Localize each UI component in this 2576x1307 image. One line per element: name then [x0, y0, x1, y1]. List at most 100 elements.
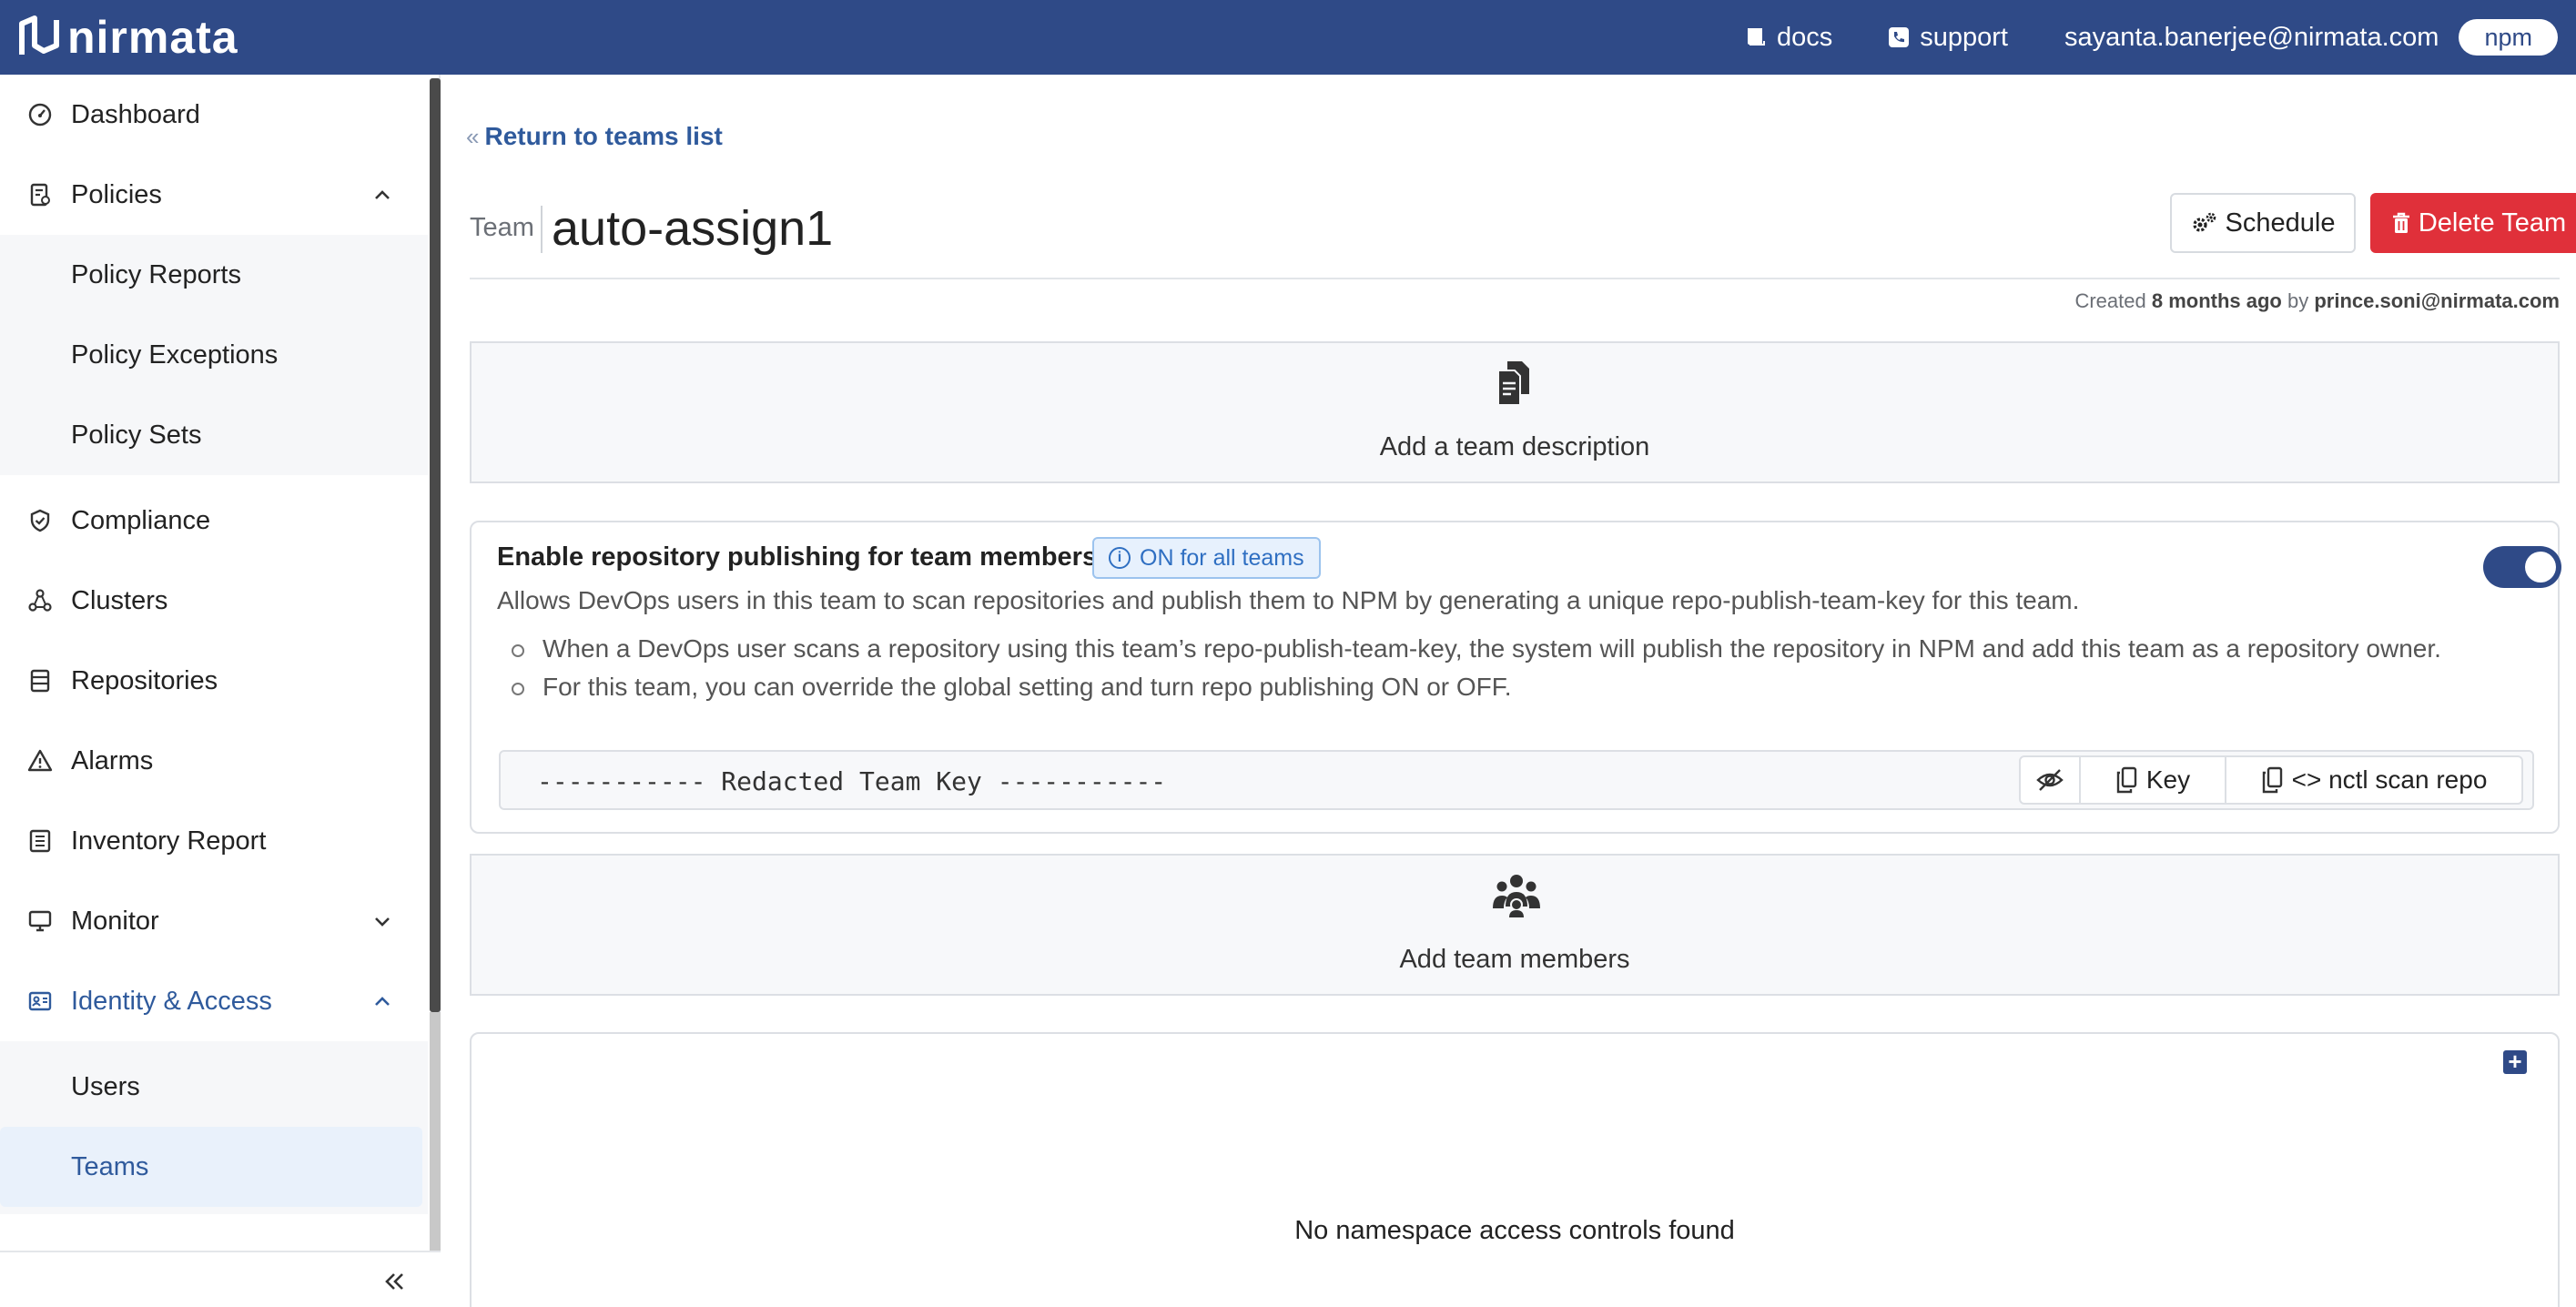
sidebar-item-identity-access[interactable]: Identity & Access	[0, 961, 428, 1041]
list-icon	[25, 826, 55, 856]
divider	[470, 278, 2560, 279]
sidebar-item-alarms[interactable]: Alarms	[0, 721, 428, 801]
main-content: « Return to teams list Team auto-assign1…	[442, 75, 2576, 1307]
team-key-row: ----------- Redacted Team Key ----------…	[499, 750, 2534, 810]
page-title: auto-assign1	[552, 201, 834, 256]
status-badge-label: ON for all teams	[1140, 544, 1304, 571]
add-team-members-panel[interactable]: Add team members	[470, 854, 2560, 996]
double-chevron-left-icon: «	[466, 122, 480, 150]
policies-submenu: Policy Reports Policy Exceptions Policy …	[0, 235, 428, 475]
repo-publishing-bullets: When a DevOps user scans a repository us…	[512, 630, 2441, 706]
info-icon: i	[1109, 547, 1131, 569]
copy-icon	[2116, 766, 2137, 794]
sidebar-item-teams[interactable]: Teams	[0, 1127, 422, 1207]
sidebar-item-label: Alarms	[71, 745, 154, 775]
nirmata-logo[interactable]: nirmata	[16, 11, 238, 64]
sidebar: Dashboard Policies Policy Reports Policy…	[0, 75, 441, 1307]
sidebar-item-label: Identity & Access	[71, 986, 272, 1016]
support-link[interactable]: support	[1887, 23, 2008, 53]
trash-icon	[2392, 212, 2409, 233]
namespace-access-card: + No namespace access controls found	[470, 1032, 2560, 1307]
created-by-word: by	[2287, 289, 2309, 312]
support-label: support	[1920, 22, 2008, 52]
documents-icon	[1497, 361, 1529, 406]
sidebar-item-policies[interactable]: Policies	[0, 155, 428, 235]
gears-icon	[2192, 212, 2216, 232]
empty-state-message: No namespace access controls found	[1294, 1216, 1735, 1245]
users-group-icon	[1493, 875, 1540, 917]
chevron-down-icon[interactable]	[370, 908, 395, 934]
phone-icon	[1889, 27, 1910, 47]
team-header: Team auto-assign1 Schedule Delete Team	[470, 193, 2576, 266]
status-badge: i ON for all teams	[1092, 537, 1321, 579]
sidebar-item-policy-reports[interactable]: Policy Reports	[0, 235, 428, 315]
sidebar-item-policy-exceptions[interactable]: Policy Exceptions	[0, 315, 428, 395]
copy-key-label: Key	[2145, 765, 2191, 794]
divider	[541, 206, 543, 253]
id-card-icon	[25, 987, 55, 1016]
sidebar-collapse-bar	[0, 1251, 441, 1307]
sidebar-item-label: Dashboard	[71, 99, 200, 129]
sidebar-item-policy-sets[interactable]: Policy Sets	[0, 395, 428, 475]
created-info: Created 8 months ago by prince.soni@nirm…	[2074, 289, 2560, 313]
created-prefix: Created	[2074, 289, 2146, 312]
sidebar-item-users[interactable]: Users	[0, 1047, 428, 1127]
book-icon	[1747, 28, 1765, 46]
chevron-up-icon[interactable]	[370, 182, 395, 208]
sidebar-item-inventory-report[interactable]: Inventory Report	[0, 801, 428, 881]
cluster-icon	[25, 586, 55, 615]
team-label: Team	[470, 213, 534, 242]
copy-scan-command-label: <> nctl scan repo	[2291, 765, 2488, 794]
sidebar-item-label: Repositories	[71, 665, 218, 695]
repo-publishing-card: Enable repository publishing for team me…	[470, 521, 2561, 834]
product-badge[interactable]: npm	[2459, 19, 2558, 56]
sidebar-item-label: Clusters	[71, 585, 168, 615]
docs-label: docs	[1776, 22, 1833, 52]
toggle-knob	[2525, 552, 2556, 583]
list-item: For this team, you can override the glob…	[512, 668, 2441, 706]
repo-publishing-description: Allows DevOps users in this team to scan…	[497, 586, 2080, 614]
nirmata-logo-icon	[19, 15, 59, 55]
return-to-teams-link[interactable]: « Return to teams list	[466, 122, 723, 151]
eye-slash-icon	[2036, 769, 2064, 791]
sidebar-item-dashboard[interactable]: Dashboard	[0, 75, 428, 155]
copy-key-button[interactable]: Key	[2081, 757, 2226, 803]
list-item: When a DevOps user scans a repository us…	[512, 630, 2441, 668]
docs-link[interactable]: docs	[1744, 23, 1832, 53]
sidebar-item-label: Compliance	[71, 505, 211, 535]
shield-check-icon	[25, 506, 55, 535]
toggle-key-visibility-button[interactable]	[2021, 757, 2081, 803]
redacted-team-key: ----------- Redacted Team Key ----------…	[537, 766, 1167, 796]
copy-icon	[2262, 766, 2282, 794]
copy-scan-command-button[interactable]: <> nctl scan repo	[2226, 757, 2521, 803]
brand-name: nirmata	[67, 12, 238, 63]
key-actions: Key <> nctl scan repo	[2019, 755, 2523, 805]
add-team-description-label: Add a team description	[1379, 432, 1650, 461]
schedule-label: Schedule	[2225, 208, 2336, 238]
chevron-up-icon[interactable]	[370, 988, 395, 1014]
sidebar-scroll-track	[430, 1012, 441, 1253]
user-email[interactable]: sayanta.banerjee@nirmata.com	[2064, 23, 2439, 53]
repository-icon	[25, 666, 55, 695]
sidebar-item-clusters[interactable]: Clusters	[0, 561, 428, 641]
delete-team-label: Delete Team	[2418, 208, 2567, 238]
add-team-description-panel[interactable]: Add a team description	[470, 341, 2560, 483]
sidebar-item-repositories[interactable]: Repositories	[0, 641, 428, 721]
sidebar-item-label: Monitor	[71, 906, 159, 936]
warning-icon	[25, 746, 55, 775]
sidebar-item-label: Policies	[71, 179, 162, 209]
monitor-icon	[25, 907, 55, 936]
sidebar-item-compliance[interactable]: Compliance	[0, 481, 428, 561]
add-team-members-label: Add team members	[1399, 945, 1630, 974]
delete-team-button[interactable]: Delete Team	[2370, 193, 2576, 253]
sidebar-scrollbar[interactable]	[430, 78, 441, 1012]
double-chevron-left-icon[interactable]	[380, 1269, 408, 1294]
repo-publishing-toggle[interactable]	[2483, 546, 2561, 588]
sidebar-item-monitor[interactable]: Monitor	[0, 881, 428, 961]
add-namespace-access-button[interactable]: +	[2503, 1049, 2527, 1074]
policy-doc-icon	[25, 180, 55, 209]
back-link-label: Return to teams list	[484, 122, 723, 150]
repo-publishing-title: Enable repository publishing for team me…	[497, 542, 1098, 572]
gauge-icon	[25, 100, 55, 129]
schedule-button[interactable]: Schedule	[2170, 193, 2356, 253]
